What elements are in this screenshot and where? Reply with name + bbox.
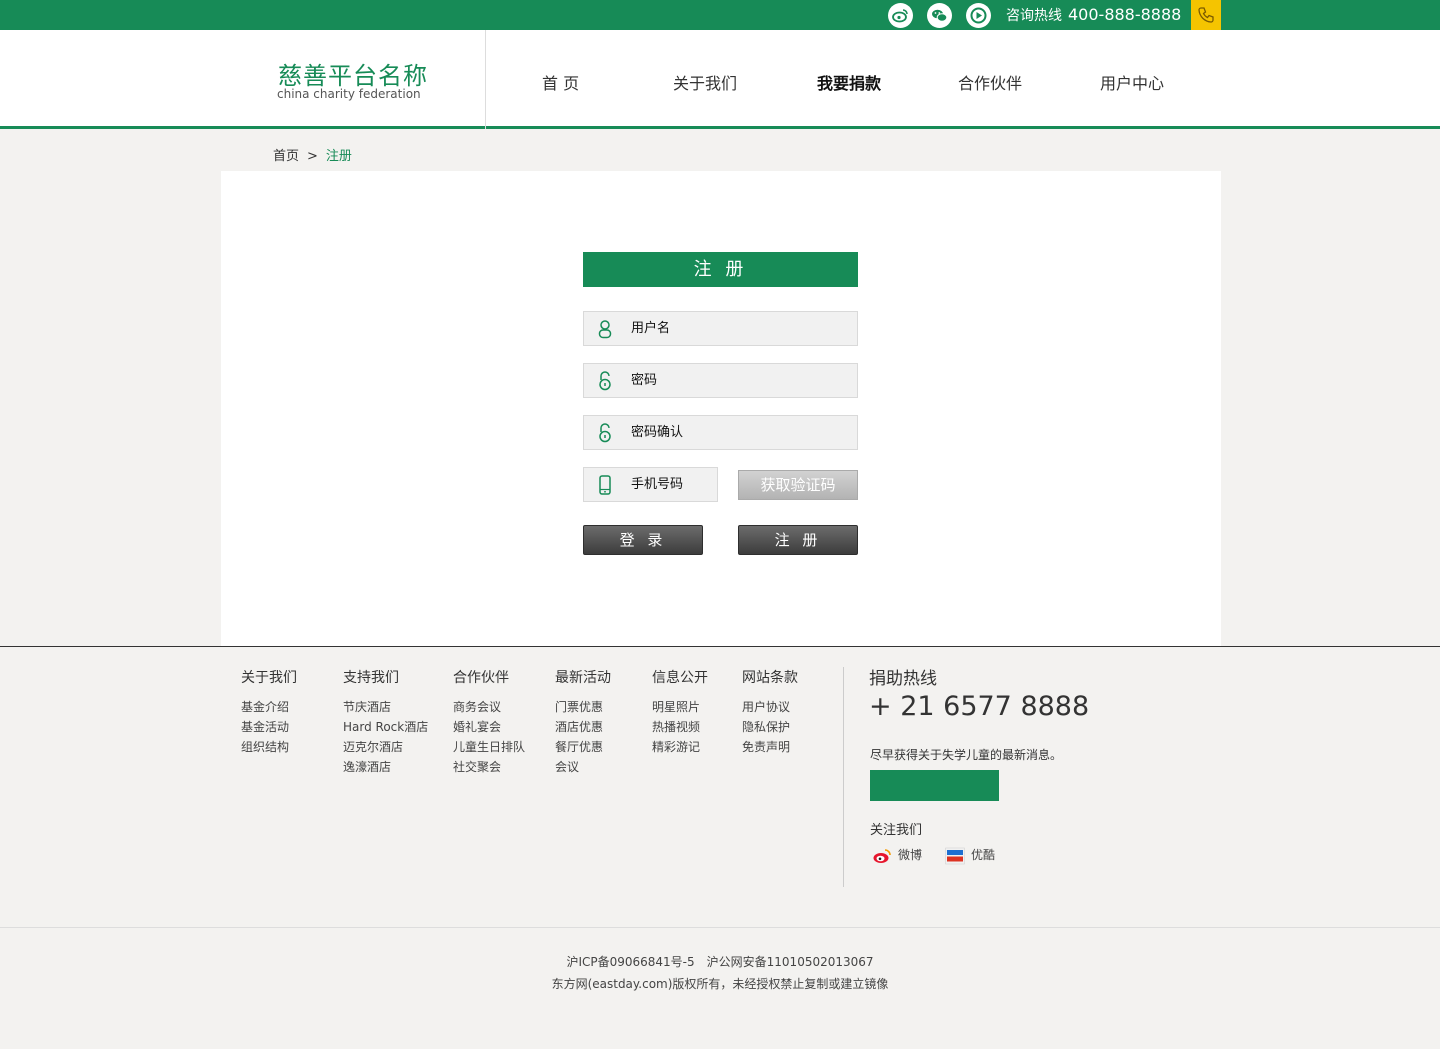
site-header: 慈善平台名称 china charity federation 首 页 关于我们…	[0, 30, 1440, 129]
youku-label: 优酷	[971, 848, 996, 862]
copyright-notice: 东方网(eastday.com)版权所有，未经授权禁止复制或建立镜像	[551, 977, 889, 991]
footer-vertical-divider	[843, 667, 844, 887]
username-field[interactable]: 用户名	[583, 311, 858, 346]
follow-youku[interactable]: 优酷	[945, 845, 995, 865]
footer-column-partners: 合作伙伴 商务会议 婚礼宴会 儿童生日排队 社交聚会	[453, 667, 525, 777]
footer-link[interactable]: 节庆酒店	[343, 697, 428, 717]
copyright-divider	[0, 927, 1440, 928]
youku-icon[interactable]	[966, 3, 991, 28]
footer-link[interactable]: 婚礼宴会	[453, 717, 525, 737]
confirm-password-placeholder: 密码确认	[631, 425, 684, 440]
footer-column-about: 关于我们 基金介绍 基金活动 组织结构	[241, 667, 297, 757]
breadcrumb-home[interactable]: 首页	[273, 149, 299, 164]
footer-link[interactable]: 社交聚会	[453, 757, 525, 777]
footer-column-support: 支持我们 节庆酒店 Hard Rock酒店 迈克尔酒店 逸濠酒店	[343, 667, 428, 777]
footer-column-title: 最新活动	[555, 670, 611, 686]
footer-link[interactable]: 酒店优惠	[555, 717, 611, 737]
footer-link[interactable]: Hard Rock酒店	[343, 717, 428, 737]
wechat-icon[interactable]	[927, 3, 952, 28]
subscribe-button[interactable]	[870, 770, 999, 801]
footer-column-title: 信息公开	[652, 670, 708, 686]
weibo-icon	[873, 848, 891, 863]
nav-donate[interactable]: 我要捐款	[817, 70, 881, 94]
logo-subtitle: china charity federation	[277, 87, 421, 101]
follow-weibo[interactable]: 微博	[872, 845, 922, 865]
breadcrumb: 首页 > 注册	[273, 145, 352, 164]
lock-icon	[599, 423, 611, 443]
confirm-password-field[interactable]: 密码确认	[583, 415, 858, 450]
footer-link[interactable]: 明星照片	[652, 697, 708, 717]
main-panel	[221, 171, 1221, 646]
phone-field[interactable]: 手机号码	[583, 467, 718, 502]
breadcrumb-current: 注册	[325, 149, 352, 164]
footer-link[interactable]: 基金介绍	[241, 697, 297, 717]
mobile-icon	[599, 475, 611, 495]
get-code-button[interactable]: 获取验证码	[738, 470, 858, 500]
footer-link[interactable]: 会议	[555, 757, 611, 777]
password-field[interactable]: 密码	[583, 363, 858, 398]
footer-link[interactable]: 热播视频	[652, 717, 708, 737]
footer-link[interactable]: 商务会议	[453, 697, 525, 717]
hotline-label: 咨询热线	[1006, 8, 1062, 24]
donate-hotline-title: 捐助热线	[869, 669, 937, 689]
header-divider	[485, 30, 486, 129]
footer-link[interactable]: 精彩游记	[652, 737, 708, 757]
register-title: 注 册	[583, 252, 858, 287]
logo-title[interactable]: 慈善平台名称	[278, 56, 428, 91]
hotline-number: 400-888-8888	[1068, 5, 1182, 24]
weibo-icon[interactable]	[888, 3, 913, 28]
footer-column-title: 合作伙伴	[453, 670, 509, 686]
footer-column-terms: 网站条款 用户协议 隐私保护 免责声明	[742, 667, 798, 757]
weibo-label: 微博	[898, 848, 923, 862]
footer-link[interactable]: 用户协议	[742, 697, 798, 717]
youku-icon	[945, 847, 965, 864]
footer-column-activities: 最新活动 门票优惠 酒店优惠 餐厅优惠 会议	[555, 667, 611, 777]
footer-link[interactable]: 组织结构	[241, 737, 297, 757]
follow-us-title: 关注我们	[870, 823, 923, 838]
nav-about[interactable]: 关于我们	[673, 70, 737, 94]
icp-license: 沪ICP备09066841号-5 沪公网安备11010502013067	[566, 955, 874, 969]
register-button[interactable]: 注 册	[738, 525, 858, 555]
donate-hotline-number: + 21 6577 8888	[869, 691, 1090, 722]
footer-link[interactable]: 隐私保护	[742, 717, 798, 737]
nav-user-center[interactable]: 用户中心	[1100, 70, 1164, 94]
footer-column-title: 支持我们	[343, 670, 399, 686]
phone-icon[interactable]	[1191, 0, 1221, 30]
login-button[interactable]: 登 录	[583, 525, 703, 555]
top-bar: 咨询热线 400-888-8888	[0, 0, 1440, 30]
footer-column-title: 网站条款	[742, 670, 798, 686]
footer-link[interactable]: 基金活动	[241, 717, 297, 737]
breadcrumb-separator: >	[307, 149, 318, 164]
footer-link[interactable]: 儿童生日排队	[453, 737, 525, 757]
nav-partners[interactable]: 合作伙伴	[958, 70, 1022, 94]
username-placeholder: 用户名	[631, 321, 671, 336]
footer-link[interactable]: 逸濠酒店	[343, 757, 428, 777]
hotline: 咨询热线 400-888-8888	[1006, 0, 1181, 30]
footer-column-title: 关于我们	[241, 670, 297, 686]
newsletter-text: 尽早获得关于失学儿童的最新消息。	[870, 748, 1063, 762]
footer-link[interactable]: 门票优惠	[555, 697, 611, 717]
footer-divider	[0, 646, 1440, 647]
footer-link[interactable]: 餐厅优惠	[555, 737, 611, 757]
footer-link[interactable]: 迈克尔酒店	[343, 737, 428, 757]
lock-icon	[599, 371, 611, 391]
nav-home[interactable]: 首 页	[542, 70, 579, 94]
phone-placeholder: 手机号码	[631, 477, 684, 492]
password-placeholder: 密码	[631, 373, 658, 388]
footer-column-info: 信息公开 明星照片 热播视频 精彩游记	[652, 667, 708, 757]
user-icon	[598, 320, 612, 339]
footer-link[interactable]: 免责声明	[742, 737, 798, 757]
